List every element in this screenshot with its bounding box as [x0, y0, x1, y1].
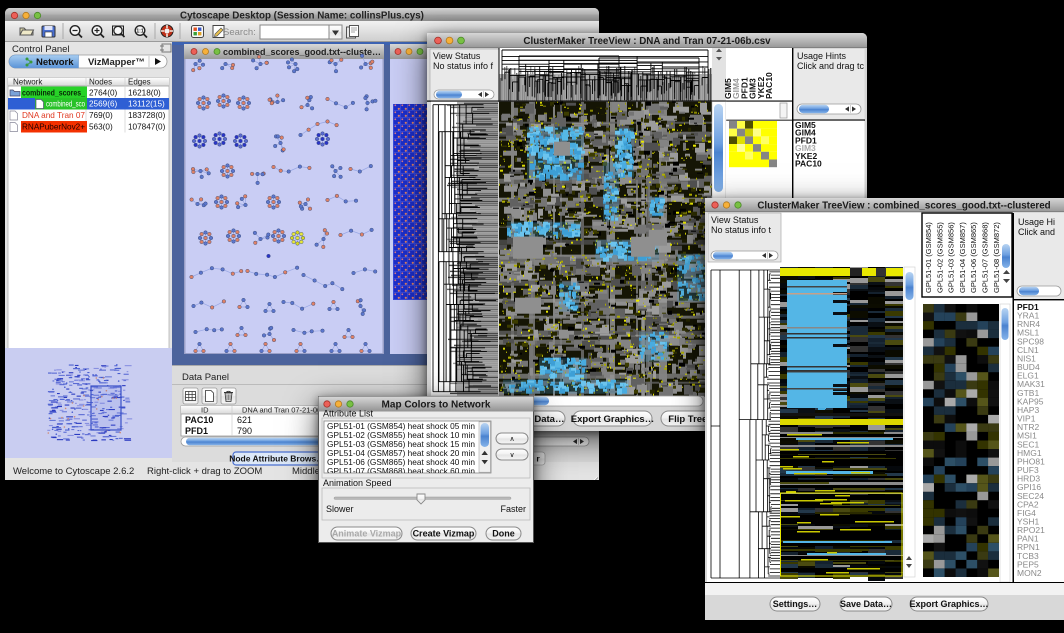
svg-text:View Status: View Status — [711, 215, 759, 225]
svg-text:Cytoscape Desktop (Session Nam: Cytoscape Desktop (Session Name: collins… — [180, 11, 424, 22]
svg-text:PFD1: PFD1 — [185, 426, 208, 436]
svg-text:VizMapper™: VizMapper™ — [88, 57, 145, 68]
svg-text:107847(0): 107847(0) — [128, 123, 166, 132]
svg-text:Node Attribute Brows…: Node Attribute Brows… — [229, 454, 325, 464]
svg-text:PAC10: PAC10 — [764, 72, 774, 99]
svg-text:ID: ID — [201, 406, 209, 415]
svg-text:Right-click + drag to ZOOM: Right-click + drag to ZOOM — [147, 466, 262, 477]
svg-text:16218(0): 16218(0) — [128, 89, 161, 98]
svg-text:DNA and Tran 07: DNA and Tran 07 — [22, 111, 85, 120]
svg-text:769(0): 769(0) — [89, 111, 113, 120]
svg-text:Control Panel: Control Panel — [12, 44, 70, 55]
svg-text:ClusterMaker TreeView : combin: ClusterMaker TreeView : combined_scores_… — [757, 201, 1050, 212]
svg-text:621: 621 — [237, 415, 252, 425]
svg-text:Search:: Search: — [223, 27, 256, 38]
svg-text:combined_scores_: combined_scores_ — [22, 89, 85, 98]
svg-text:Network: Network — [36, 57, 74, 68]
svg-text:Usage Hints: Usage Hints — [797, 51, 847, 61]
svg-text:563(0): 563(0) — [89, 123, 113, 132]
svg-text:2764(0): 2764(0) — [89, 89, 117, 98]
svg-text:RNAPuberNov2+: RNAPuberNov2+ — [22, 123, 85, 132]
svg-text:Welcome to Cytoscape 2.6.2: Welcome to Cytoscape 2.6.2 — [13, 466, 134, 477]
svg-text:Nodes: Nodes — [89, 78, 112, 87]
svg-text:No status info f: No status info f — [433, 61, 494, 71]
svg-text:Click and drag tc: Click and drag tc — [797, 61, 865, 71]
svg-text:1:1: 1:1 — [136, 29, 143, 35]
svg-text:13112(15): 13112(15) — [128, 100, 165, 109]
svg-text:Data Panel: Data Panel — [182, 372, 229, 383]
svg-text:Edges: Edges — [128, 78, 151, 87]
svg-text:2569(6): 2569(6) — [89, 100, 117, 109]
svg-text:PAC10: PAC10 — [185, 415, 213, 425]
svg-text:No status info t: No status info t — [711, 225, 772, 235]
svg-text:Network: Network — [13, 78, 43, 87]
svg-text:790: 790 — [237, 426, 252, 436]
svg-text:combined_sco: combined_sco — [46, 100, 85, 109]
svg-text:PAC10: PAC10 — [795, 159, 822, 169]
svg-text:DNA and Tran 07-21-06…: DNA and Tran 07-21-06… — [242, 406, 329, 415]
svg-text:combined_scores_good.txt--clus: combined_scores_good.txt--cluste… — [223, 47, 381, 57]
svg-text:ClusterMaker TreeView : DNA an: ClusterMaker TreeView : DNA and Tran 07-… — [523, 36, 771, 47]
svg-text:Export Graphics…: Export Graphics… — [571, 414, 654, 425]
svg-text:183728(0): 183728(0) — [128, 111, 166, 120]
svg-text:View Status: View Status — [433, 51, 481, 61]
